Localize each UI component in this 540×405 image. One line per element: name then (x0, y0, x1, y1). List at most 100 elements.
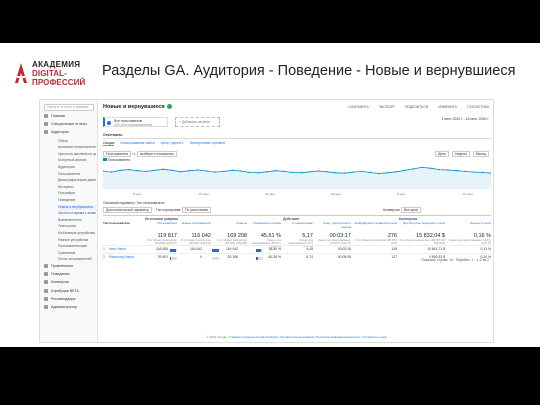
data-point[interactable] (145, 170, 147, 173)
data-point[interactable] (179, 171, 182, 173)
chart-metric-select[interactable]: Пользователи (103, 151, 132, 157)
secondary-dimension-select[interactable]: Дополнительный параметр (103, 207, 152, 213)
column-header[interactable]: Показатель отказов (249, 221, 281, 230)
sidebar-item-14[interactable]: Частота и время с момента последнего сеа… (58, 211, 96, 216)
data-point[interactable] (128, 168, 130, 171)
column-header[interactable]: Тип пользователя (103, 221, 143, 230)
column-header[interactable]: Сред. длительность сеанса (315, 221, 351, 230)
table-pagination[interactable]: Показать строки: 10 · Перейти: 1 · 1–2 и… (421, 258, 489, 262)
data-point[interactable] (119, 169, 121, 171)
data-point[interactable] (223, 170, 225, 173)
sidebar-item-11[interactable]: География (58, 191, 96, 196)
sidebar-search-input[interactable]: Поиск в отчетах и справке (44, 104, 94, 111)
period-month-button[interactable]: Месяц (472, 151, 489, 157)
column-header[interactable]: Достигнутые переходы к цели (399, 221, 445, 230)
data-point[interactable] (136, 170, 139, 172)
sidebar-item-7[interactable]: Аудитории (58, 165, 96, 170)
export-button[interactable]: ЭКСПОРТ (379, 105, 395, 109)
sidebar-item-26[interactable]: Рекомендации (44, 297, 96, 302)
data-point[interactable] (240, 170, 242, 172)
data-point[interactable] (188, 170, 190, 172)
data-point[interactable] (197, 169, 199, 171)
sidebar-item-25[interactable]: Атрибуция BETA (44, 289, 96, 294)
data-point[interactable] (171, 169, 173, 171)
column-header[interactable]: Коэффициент конверсии цели (353, 221, 397, 230)
data-point[interactable] (205, 170, 208, 172)
tab-ecommerce[interactable]: Электронная торговля (190, 141, 225, 146)
sidebar-item-10[interactable]: Интересы (58, 185, 96, 190)
data-point[interactable] (274, 170, 277, 172)
segment-card[interactable]: Все пользователи 100,00% пользователей (103, 117, 168, 127)
insights-button[interactable]: СТАТИСТИКА (467, 105, 489, 109)
sidebar-item-17[interactable]: Мобильные устройства (58, 231, 96, 236)
sidebar-item-2[interactable]: Аудитория (44, 130, 96, 135)
sidebar-item-4[interactable]: Активные пользователи (58, 145, 96, 150)
data-point[interactable] (248, 171, 251, 174)
data-point[interactable] (110, 171, 113, 173)
data-point[interactable] (447, 169, 449, 171)
row-user-type-link[interactable]: Returning Visitor (109, 255, 134, 259)
data-point[interactable] (464, 170, 466, 173)
tab-summary[interactable]: Сводка (103, 141, 115, 146)
sidebar-item-21[interactable]: Поток пользователей (58, 257, 96, 262)
sidebar-item-9[interactable]: Демографические данные (58, 178, 96, 183)
sidebar-item-15[interactable]: Вовлеченность (58, 218, 96, 223)
data-point[interactable] (214, 171, 216, 173)
data-point[interactable] (369, 171, 371, 174)
add-segment-button[interactable]: + Добавить сегмент (175, 117, 220, 127)
share-button[interactable]: ПОДЕЛИТЬСЯ (405, 105, 428, 109)
conversions-select[interactable]: Все цели (400, 207, 422, 213)
sidebar-item-13[interactable]: Новые и вернувшиеся (58, 204, 96, 210)
sidebar-item-20[interactable]: Сравнение (58, 251, 96, 256)
sidebar-item-5[interactable]: Ценность жизненного цикла (58, 152, 96, 157)
data-point[interactable] (361, 170, 363, 173)
data-point[interactable] (154, 169, 156, 171)
data-point[interactable] (404, 169, 406, 171)
data-point[interactable] (412, 168, 415, 170)
data-point[interactable] (455, 170, 458, 172)
data-point[interactable] (317, 170, 320, 172)
sidebar-item-6[interactable]: Когортный анализ (58, 158, 96, 163)
data-point[interactable] (421, 166, 423, 169)
column-header[interactable]: Страниц/сеанс (283, 221, 313, 230)
sidebar-item-23[interactable]: Поведение (44, 272, 96, 277)
data-point[interactable] (438, 168, 440, 171)
column-header[interactable]: Ценность цели (447, 221, 491, 230)
data-point[interactable] (231, 169, 233, 171)
period-week-button[interactable]: Неделя (451, 151, 470, 157)
data-point[interactable] (326, 171, 328, 173)
column-header[interactable]: Пользователи (145, 221, 177, 230)
sidebar-item-24[interactable]: Конверсии (44, 280, 96, 285)
row-user-type-link[interactable]: New Visitor (109, 247, 126, 251)
data-point[interactable] (257, 172, 259, 174)
data-point[interactable] (335, 172, 337, 174)
sidebar-item-3[interactable]: Обзор (58, 139, 96, 144)
data-point[interactable] (266, 171, 268, 173)
sidebar-item-27[interactable]: Администратор (44, 305, 96, 310)
save-button[interactable]: СОХРАНИТЬ (348, 105, 369, 109)
column-header[interactable]: Новые пользователи (179, 221, 211, 230)
data-point[interactable] (162, 168, 165, 170)
data-point[interactable] (283, 170, 285, 173)
sidebar-item-8[interactable]: Пользователи (58, 172, 96, 177)
column-header[interactable]: Сеансы (213, 221, 247, 230)
sidebar-item-18[interactable]: Разные устройства (58, 238, 96, 243)
data-point[interactable] (309, 171, 311, 173)
data-point[interactable] (429, 167, 432, 169)
tab-goals[interactable]: Цели, группа 1 (161, 141, 184, 146)
sidebar-item-0[interactable]: Главная (44, 114, 96, 119)
data-point[interactable] (395, 171, 397, 173)
sidebar-item-1[interactable]: Специальные отчеты (44, 122, 96, 127)
data-point[interactable] (343, 172, 346, 174)
data-point[interactable] (352, 171, 354, 173)
sidebar-item-12[interactable]: Поведение (58, 198, 96, 203)
sort-select[interactable]: По умолчанию (182, 207, 212, 213)
data-point[interactable] (481, 171, 484, 174)
sidebar-item-16[interactable]: Технологии (58, 224, 96, 229)
footer-links[interactable]: Главная страница Google Analytics | Усло… (229, 335, 386, 339)
period-day-button[interactable]: День (435, 151, 449, 157)
data-point[interactable] (292, 171, 294, 174)
date-range-picker[interactable]: 1 июн. 2020 г. - 15 июл. 2020 г. (442, 117, 489, 121)
data-point[interactable] (378, 172, 380, 175)
data-point[interactable] (300, 172, 302, 174)
